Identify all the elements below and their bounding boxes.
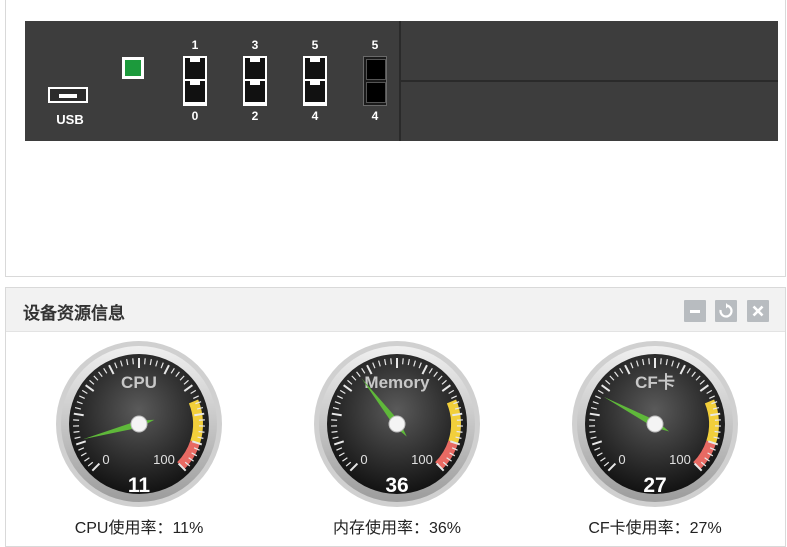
gauge-max-label: 100 bbox=[411, 452, 433, 467]
gauge-value: 11 bbox=[128, 474, 151, 497]
gauge-min-label: 0 bbox=[618, 452, 625, 467]
port-number: 4 bbox=[302, 109, 328, 123]
gauge-label: CPU bbox=[121, 373, 157, 392]
device-chassis: USB 1 0 3 2 5 4 5 4 bbox=[25, 21, 778, 141]
gauge-warning-band bbox=[710, 401, 714, 442]
cf-card-gauge: CF卡 0 10027 bbox=[571, 340, 739, 508]
panel-header: 设备资源信息 bbox=[6, 288, 785, 332]
usb-port-icon[interactable] bbox=[48, 87, 88, 103]
minimize-icon bbox=[687, 303, 703, 319]
gauge-tick bbox=[332, 432, 338, 433]
panel-title: 设备资源信息 bbox=[23, 299, 125, 324]
gauge-tick bbox=[403, 358, 404, 364]
memory-gauge: Memory 0 10036 bbox=[313, 340, 481, 508]
ethernet-port-icon[interactable] bbox=[183, 56, 207, 106]
port-number: 3 bbox=[242, 38, 268, 52]
gauge-tick bbox=[661, 358, 662, 364]
gauge-max-label: 100 bbox=[669, 452, 691, 467]
cpu-usage-caption: CPU使用率：11% bbox=[39, 514, 239, 538]
gauge-tick bbox=[590, 432, 596, 433]
port-number: 5 bbox=[302, 38, 328, 52]
gauge-warning-band bbox=[452, 401, 456, 442]
gauge-tick bbox=[391, 358, 392, 364]
close-button[interactable] bbox=[747, 300, 769, 322]
port-number: 1 bbox=[182, 38, 208, 52]
device-panel: USB 1 0 3 2 5 4 5 4 bbox=[5, 0, 786, 277]
cf-card-usage-caption: CF卡使用率：27% bbox=[555, 514, 755, 538]
gauge-max-label: 100 bbox=[153, 452, 175, 467]
gauge-label: Memory bbox=[364, 373, 430, 392]
port-pair[interactable]: 3 2 bbox=[242, 21, 268, 141]
gauge-min-label: 0 bbox=[360, 452, 367, 467]
port-number: 0 bbox=[182, 109, 208, 123]
ethernet-port-icon[interactable] bbox=[363, 56, 387, 106]
memory-usage-caption: 内存使用率：36% bbox=[297, 514, 497, 538]
gauge-value: 36 bbox=[385, 474, 408, 497]
resource-panel: 设备资源信息 CPU010011 Memory010036 CF卡010027 … bbox=[5, 287, 786, 547]
gauge-tick bbox=[715, 432, 721, 433]
port-number: 5 bbox=[362, 38, 388, 52]
port-pair[interactable]: 5 4 bbox=[362, 21, 388, 141]
gauge-tick bbox=[74, 432, 80, 433]
gauge-tick bbox=[133, 358, 134, 364]
status-led-icon bbox=[122, 57, 144, 79]
ethernet-port-icon[interactable] bbox=[303, 56, 327, 106]
gauge-label: CF卡 bbox=[635, 372, 675, 392]
gauge-tick bbox=[145, 358, 146, 364]
gauge-hub bbox=[131, 416, 147, 432]
port-number: 2 bbox=[242, 109, 268, 123]
minimize-button[interactable] bbox=[684, 300, 706, 322]
cpu-gauge: CPU 0 10011 bbox=[55, 340, 223, 508]
gauge-warning-band bbox=[194, 401, 198, 442]
refresh-icon bbox=[718, 303, 734, 319]
gauge-tick bbox=[457, 432, 463, 433]
refresh-button[interactable] bbox=[715, 300, 737, 322]
port-pair[interactable]: 1 0 bbox=[182, 21, 208, 141]
gauge-min-label: 0 bbox=[102, 452, 109, 467]
usb-label: USB bbox=[47, 112, 93, 127]
gauge-hub bbox=[389, 416, 405, 432]
gauge-hub bbox=[647, 416, 663, 432]
ethernet-port-icon[interactable] bbox=[243, 56, 267, 106]
close-icon bbox=[750, 303, 766, 319]
gauge-tick bbox=[199, 432, 205, 433]
chassis-divider bbox=[401, 80, 778, 82]
gauge-value: 27 bbox=[643, 474, 666, 497]
port-pair[interactable]: 5 4 bbox=[302, 21, 328, 141]
gauge-tick bbox=[649, 358, 650, 364]
port-number: 4 bbox=[362, 109, 388, 123]
